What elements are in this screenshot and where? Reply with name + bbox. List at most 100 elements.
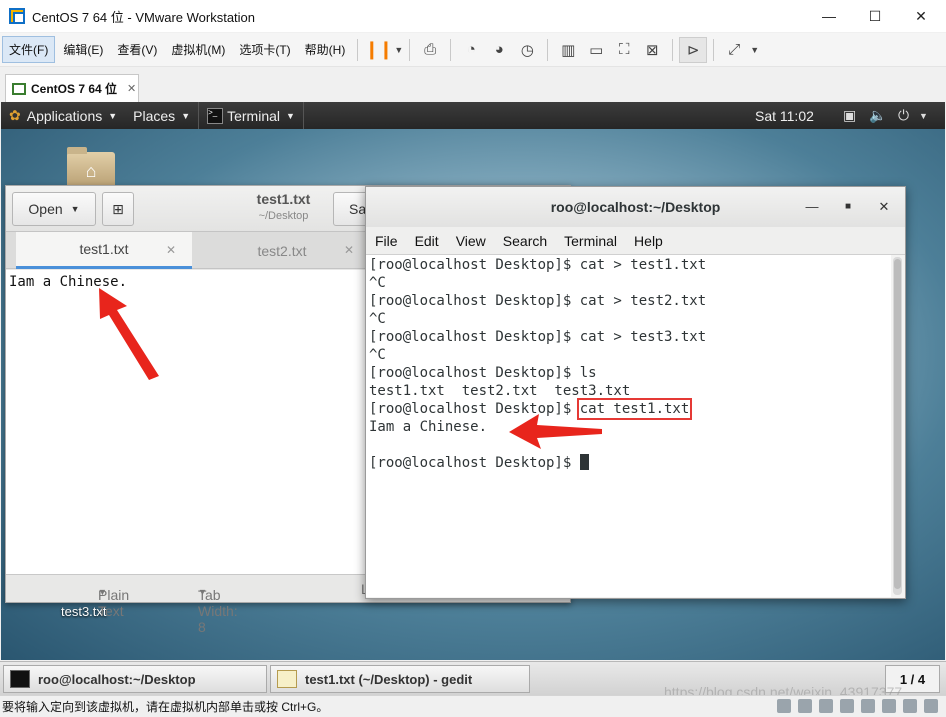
taskbar-item-label: roo@localhost:~/Desktop bbox=[38, 671, 196, 687]
minimize-icon[interactable]: — bbox=[802, 197, 822, 217]
terminal-launcher-label: Terminal bbox=[227, 107, 281, 124]
tab-label: test2.txt bbox=[257, 242, 307, 259]
send-ctrl-alt-del-icon[interactable]: ⎙ bbox=[416, 37, 444, 63]
applications-menu[interactable]: ✿ Applications ▼ bbox=[1, 102, 125, 129]
clock[interactable]: Sat 11:02 bbox=[755, 102, 814, 129]
terminal-menu-terminal[interactable]: Terminal bbox=[555, 233, 625, 249]
terminal-line: [roo@localhost Desktop]$ cat > test1.txt bbox=[369, 257, 707, 273]
display-icon[interactable] bbox=[903, 699, 917, 713]
network-icon[interactable] bbox=[819, 699, 833, 713]
places-menu[interactable]: Places ▼ bbox=[125, 102, 198, 129]
tab-test2[interactable]: test2.txt ✕ bbox=[194, 232, 370, 269]
text-editor-icon bbox=[277, 670, 297, 688]
home-folder-icon[interactable]: ⌂ bbox=[67, 147, 115, 188]
sound-icon[interactable] bbox=[861, 699, 875, 713]
terminal-menu-help[interactable]: Help bbox=[625, 233, 671, 249]
terminal-menu-edit[interactable]: Edit bbox=[406, 233, 447, 249]
toolbar-separator bbox=[547, 38, 549, 61]
highlighted-command: cat test1.txt bbox=[576, 398, 693, 420]
maximize-icon[interactable]: ■ bbox=[838, 197, 858, 217]
terminal-output-line: Iam a Chinese. bbox=[369, 419, 488, 435]
guest-desktop[interactable]: ✿ Applications ▼ Places ▼ >_ Terminal ▼ … bbox=[1, 102, 945, 660]
status-message: 要将输入定向到该虚拟机，请在虚拟机内部单击或按 Ctrl+G。 bbox=[2, 700, 329, 714]
taskbar-item-label: test1.txt (~/Desktop) - gedit bbox=[305, 671, 473, 687]
hdd-icon[interactable] bbox=[777, 699, 791, 713]
vmware-app-icon bbox=[9, 8, 25, 24]
message-icon[interactable] bbox=[924, 699, 938, 713]
open-button[interactable]: Open ▼ bbox=[12, 192, 96, 226]
close-tab-icon[interactable]: ✕ bbox=[344, 243, 354, 257]
sidebar-icon[interactable]: ▥ bbox=[554, 37, 582, 63]
tab-test1[interactable]: test1.txt ✕ bbox=[16, 232, 192, 269]
pause-icon[interactable]: ❙❙ bbox=[364, 37, 393, 63]
taskbar-item-terminal[interactable]: roo@localhost:~/Desktop bbox=[3, 665, 267, 693]
terminal-menu-search[interactable]: Search bbox=[494, 233, 555, 249]
terminal-window: roo@localhost:~/Desktop — ■ ✕ File Edit … bbox=[365, 186, 906, 599]
thumbnail-icon[interactable]: ▭ bbox=[582, 37, 610, 63]
terminal-output[interactable]: [roo@localhost Desktop]$ cat > test1.txt… bbox=[366, 255, 891, 597]
snapshot-manager-icon[interactable]: ◷ bbox=[513, 37, 541, 63]
usb-icon[interactable] bbox=[840, 699, 854, 713]
tab-label: test1.txt bbox=[79, 241, 129, 257]
printer-icon[interactable] bbox=[882, 699, 896, 713]
toolbar-separator bbox=[450, 38, 452, 61]
terminal-prompt: [roo@localhost Desktop]$ bbox=[369, 401, 580, 417]
unity-icon[interactable]: ⊠ bbox=[638, 37, 666, 63]
terminal-title: roo@localhost:~/Desktop bbox=[366, 187, 905, 227]
terminal-line: ^C bbox=[369, 275, 386, 291]
chevron-down-icon[interactable]: ▼ bbox=[919, 102, 928, 129]
vm-tab-label: CentOS 7 64 位 bbox=[31, 82, 118, 96]
menu-tabs[interactable]: 选项卡(T) bbox=[233, 37, 296, 62]
menu-file[interactable]: 文件(F) bbox=[2, 36, 56, 63]
terminal-line: ^C bbox=[369, 311, 386, 327]
window-title: CentOS 7 64 位 - VMware Workstation bbox=[32, 9, 256, 25]
chevron-down-icon[interactable]: ▼ bbox=[750, 45, 759, 55]
menu-vm[interactable]: 虚拟机(M) bbox=[165, 37, 231, 62]
toolbar-separator bbox=[672, 38, 674, 61]
terminal-icon: >_ bbox=[207, 107, 224, 124]
terminal-menu-file[interactable]: File bbox=[366, 233, 406, 249]
toolbar-separator bbox=[409, 38, 411, 61]
terminal-line: [roo@localhost Desktop]$ cat > test3.txt bbox=[369, 329, 707, 345]
console-view-icon[interactable]: ⊳ bbox=[679, 36, 708, 63]
taskbar-item-gedit[interactable]: test1.txt (~/Desktop) - gedit bbox=[270, 665, 530, 693]
volume-icon[interactable]: 🔈 bbox=[869, 102, 886, 129]
applications-label: Applications bbox=[26, 107, 103, 124]
terminal-menu-view[interactable]: View bbox=[447, 233, 494, 249]
terminal-prompt: [roo@localhost Desktop]$ bbox=[369, 455, 580, 471]
cdrom-icon[interactable] bbox=[798, 699, 812, 713]
vm-tabstrip: CentOS 7 64 位 ✕ bbox=[0, 68, 946, 102]
menu-help[interactable]: 帮助(H) bbox=[299, 37, 352, 62]
terminal-scrollbar[interactable] bbox=[893, 257, 902, 595]
maximize-button[interactable]: ☐ bbox=[852, 0, 898, 32]
close-button[interactable]: ✕ bbox=[898, 0, 944, 32]
snapshot-icon[interactable]: ◔ bbox=[457, 37, 485, 63]
chevron-down-icon: ▼ bbox=[181, 110, 191, 121]
close-tab-icon[interactable]: ✕ bbox=[127, 82, 136, 95]
chevron-down-icon: ▼ bbox=[108, 110, 118, 121]
menu-edit[interactable]: 编辑(E) bbox=[57, 37, 109, 62]
screen-icon[interactable]: ▣ bbox=[843, 102, 856, 129]
power-icon[interactable]: ⏻ bbox=[898, 102, 909, 129]
vmware-menubar: 文件(F) 编辑(E) 查看(V) 虚拟机(M) 选项卡(T) 帮助(H) ❙❙… bbox=[0, 33, 946, 67]
chevron-down-icon[interactable]: ▼ bbox=[394, 45, 403, 55]
gnome-foot-icon: ✿ bbox=[9, 107, 21, 123]
revert-snapshot-icon[interactable]: ◕ bbox=[485, 37, 513, 63]
new-document-icon[interactable]: ⊞ bbox=[102, 192, 134, 226]
device-tray bbox=[770, 699, 938, 713]
chevron-down-icon: ▼ bbox=[286, 110, 295, 121]
terminal-line: test1.txt test2.txt test3.txt bbox=[369, 383, 631, 399]
minimize-button[interactable]: — bbox=[806, 0, 852, 32]
terminal-launcher[interactable]: >_ Terminal ▼ bbox=[198, 102, 304, 129]
stretch-icon[interactable]: ⤢ bbox=[720, 37, 748, 63]
toolbar-separator bbox=[713, 38, 715, 61]
open-label: Open bbox=[28, 201, 63, 217]
terminal-command-line: [roo@localhost Desktop]$ cat test1.txt bbox=[369, 398, 888, 420]
menu-view[interactable]: 查看(V) bbox=[111, 37, 163, 62]
close-tab-icon[interactable]: ✕ bbox=[166, 243, 176, 257]
close-icon[interactable]: ✕ bbox=[874, 197, 894, 217]
fullscreen-icon[interactable]: ⛶ bbox=[610, 37, 638, 63]
terminal-line: ^C bbox=[369, 347, 386, 363]
vm-tab[interactable]: CentOS 7 64 位 ✕ bbox=[5, 74, 139, 102]
